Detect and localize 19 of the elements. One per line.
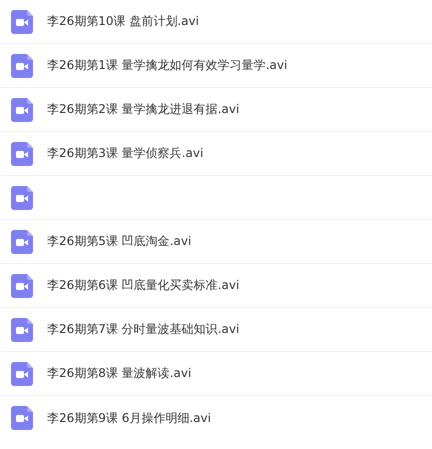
video-file-icon: [11, 230, 33, 254]
video-file-icon: [11, 362, 33, 386]
file-name[interactable]: 李26期第5课 凹底淘金.avi: [47, 233, 192, 250]
video-file-icon: [11, 98, 33, 122]
video-file-icon: [11, 274, 33, 298]
video-file-icon: [11, 318, 33, 342]
video-file-icon: [11, 406, 33, 430]
file-name[interactable]: 李26期第3课 量学侦察兵.avi: [47, 145, 204, 162]
file-name[interactable]: 李26期第8课 量波解读.avi: [47, 365, 192, 382]
file-name[interactable]: 李26期第10课 盘前计划.avi: [47, 13, 199, 30]
video-file-icon: [11, 54, 33, 78]
file-name[interactable]: 李26期第9课 6月操作明细.avi: [47, 410, 211, 426]
file-name[interactable]: 李26期第6课 凹底量化买卖标准.avi: [47, 277, 240, 294]
file-name[interactable]: 李26期第1课 量学擒龙如何有效学习量学.avi: [47, 57, 288, 74]
file-name[interactable]: 李26期第7课 分时量波基础知识.avi: [47, 321, 240, 338]
file-name[interactable]: 李26期第2课 量学擒龙进退有据.avi: [47, 101, 240, 118]
video-file-icon: [11, 186, 33, 210]
video-file-icon: [11, 142, 33, 166]
video-file-icon: [11, 10, 33, 34]
